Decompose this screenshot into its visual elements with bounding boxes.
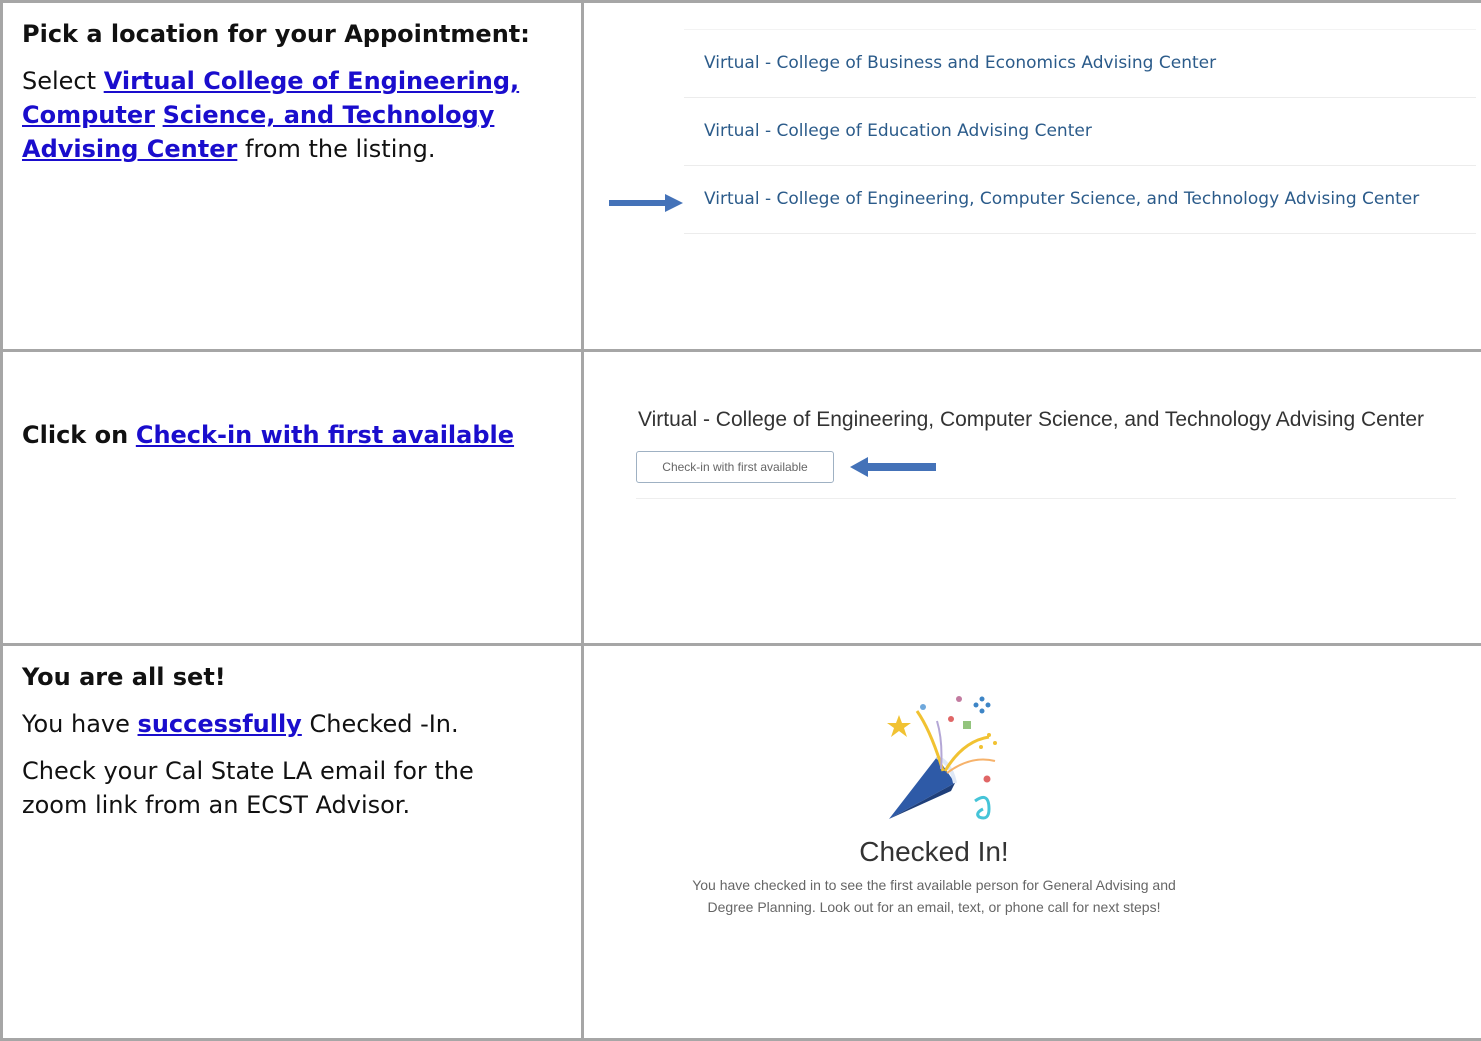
list-item-education[interactable]: Virtual - College of Education Advising …	[684, 98, 1476, 166]
party-popper-icon	[871, 691, 1001, 831]
checkin-first-available-button[interactable]: Check-in with first available	[636, 451, 834, 483]
step-row-checkin: Click on Check-in with first available V…	[2, 351, 1481, 645]
step-row-done: You are all set! You have successfully C…	[2, 645, 1481, 1040]
step-text-checkin: Click on Check-in with first available	[22, 418, 581, 452]
divider	[636, 498, 1456, 499]
checkin-screenshot: Virtual - College of Engineering, Comput…	[583, 351, 1481, 645]
center-title: Virtual - College of Engineering, Comput…	[638, 408, 1424, 432]
step-instructions-done: You are all set! You have successfully C…	[2, 645, 583, 1040]
arrow-right-icon	[609, 193, 683, 213]
step-heading-location: Pick a location for your Appointment:	[22, 17, 581, 51]
step-instructions-checkin: Click on Check-in with first available	[2, 351, 583, 645]
step-text-email: Check your Cal State LA email for the zo…	[22, 754, 522, 822]
arrow-left-icon	[850, 456, 936, 478]
step-text-location: Select Virtual College of Engineering, C…	[22, 64, 581, 166]
list-item-engineering[interactable]: Virtual - College of Engineering, Comput…	[684, 166, 1476, 234]
checked-in-title: Checked In!	[584, 836, 1284, 868]
step-text-success: You have successfully Checked -In.	[22, 707, 581, 741]
instruction-table: Pick a location for your Appointment: Se…	[0, 0, 1481, 1041]
checked-in-screenshot: Checked In! You have checked in to see t…	[583, 645, 1481, 1040]
step-instructions-location: Pick a location for your Appointment: Se…	[2, 2, 583, 351]
location-list: Virtual - College of Business and Econom…	[684, 29, 1476, 234]
successfully-link[interactable]: successfully	[138, 710, 302, 738]
list-item-business[interactable]: Virtual - College of Business and Econom…	[684, 29, 1476, 98]
step-row-location: Pick a location for your Appointment: Se…	[2, 2, 1481, 351]
checked-in-message: You have checked in to see the first ava…	[634, 874, 1234, 918]
location-list-screenshot: Virtual - College of Business and Econom…	[583, 2, 1481, 351]
step-heading-done: You are all set!	[22, 660, 581, 694]
checkin-link[interactable]: Check-in with first available	[136, 421, 514, 449]
